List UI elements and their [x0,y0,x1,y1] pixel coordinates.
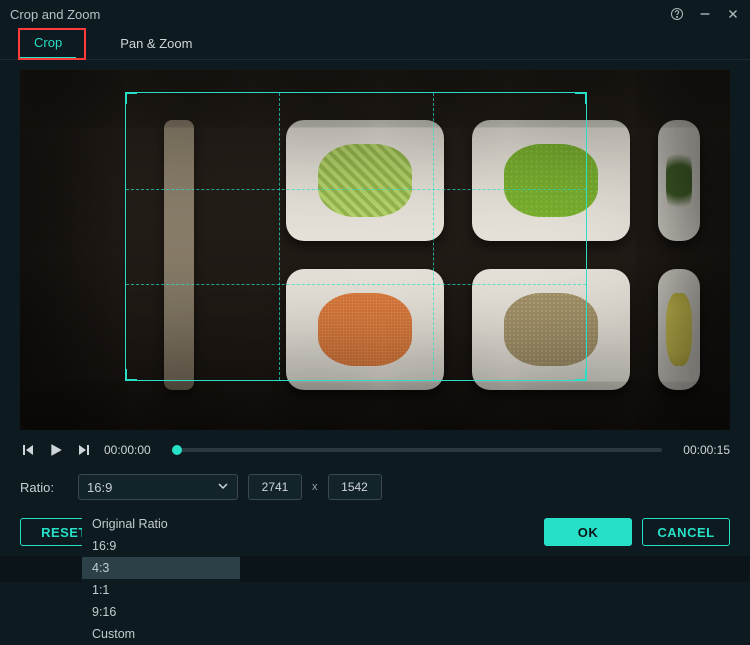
grater [164,120,194,390]
ratio-option[interactable]: Original Ratio [82,513,240,535]
tab-crop[interactable]: Crop [20,28,76,59]
chevron-down-icon [217,480,229,495]
bowl-5 [472,269,630,390]
time-current: 00:00:00 [104,443,160,457]
ratio-selected: 16:9 [87,480,112,495]
title-bar: Crop and Zoom [0,0,750,28]
seek-handle[interactable] [172,445,182,455]
ratio-dropdown[interactable]: 16:9 [78,474,238,500]
video-preview[interactable] [20,70,730,430]
tab-pan-zoom[interactable]: Pan & Zoom [106,28,206,59]
ratio-option[interactable]: Custom [82,623,240,645]
ratio-option[interactable]: 9:16 [82,601,240,623]
ratio-option[interactable]: 4:3 [82,557,240,579]
next-frame-icon[interactable] [76,442,92,458]
playback-bar: 00:00:00 00:00:15 [0,430,750,466]
bowl-2 [472,120,630,241]
ok-button[interactable]: OK [544,518,632,546]
prev-frame-icon[interactable] [20,442,36,458]
minimize-icon[interactable] [698,7,712,21]
tab-bar: Crop Pan & Zoom [0,28,750,60]
height-field[interactable] [328,474,382,500]
x-separator: x [312,481,318,493]
ratio-dropdown-list[interactable]: Original Ratio16:94:31:19:16Custom [82,513,240,645]
play-icon[interactable] [48,442,64,458]
seek-bar[interactable] [172,448,662,452]
time-duration: 00:00:15 [674,443,730,457]
cancel-button[interactable]: CANCEL [642,518,730,546]
ratio-option[interactable]: 16:9 [82,535,240,557]
help-icon[interactable] [670,7,684,21]
bowl-1 [286,120,444,241]
width-field[interactable] [248,474,302,500]
ratio-row: Ratio: 16:9 x [0,466,750,508]
video-content [20,70,730,430]
window-title: Crop and Zoom [10,7,670,22]
ratio-option[interactable]: 1:1 [82,579,240,601]
ratio-label: Ratio: [20,480,68,495]
close-icon[interactable] [726,7,740,21]
bowl-3 [658,120,700,241]
bowl-6 [658,269,700,390]
bowl-4 [286,269,444,390]
